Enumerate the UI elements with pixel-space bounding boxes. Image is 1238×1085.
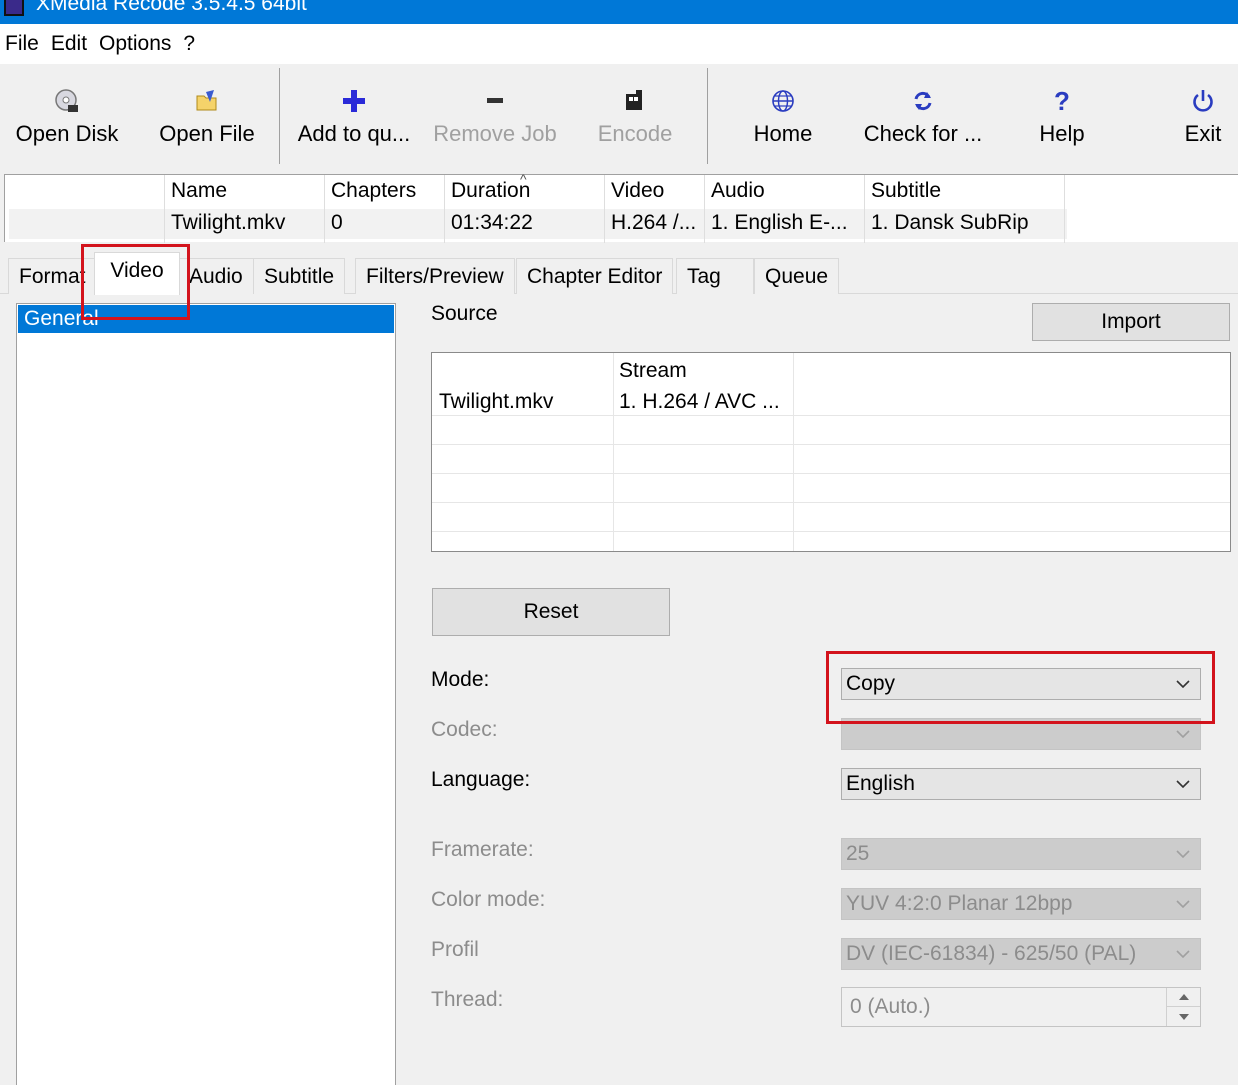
import-button[interactable]: Import <box>1032 303 1230 341</box>
refresh-icon <box>910 84 936 118</box>
check-for-updates-button[interactable]: Check for ... <box>856 64 990 172</box>
chevron-down-icon <box>1174 889 1192 919</box>
source-stream-list[interactable]: Stream Twilight.mkv 1. H.264 / AVC ... <box>431 352 1231 552</box>
remove-job-button[interactable]: Remove Job <box>428 64 562 172</box>
language-dropdown[interactable]: English <box>841 768 1201 800</box>
framerate-dropdown[interactable]: 25 <box>841 838 1201 870</box>
chevron-down-icon <box>1174 839 1192 869</box>
toolbar-separator <box>279 68 280 164</box>
row-divider <box>432 444 1230 445</box>
tab-tag[interactable]: Tag <box>676 258 754 294</box>
codec-label: Codec: <box>431 718 498 741</box>
minus-icon <box>482 84 508 118</box>
thread-value: 0 (Auto.) <box>850 995 931 1018</box>
app-film-icon <box>4 0 24 16</box>
color-mode-label: Color mode: <box>431 888 546 911</box>
thread-stepper[interactable]: 0 (Auto.) <box>841 987 1201 1027</box>
framerate-label: Framerate: <box>431 838 534 861</box>
row-divider <box>432 502 1230 503</box>
open-file-icon <box>194 84 220 118</box>
add-to-queue-button[interactable]: Add to qu... <box>290 64 418 172</box>
chevron-down-icon <box>1174 669 1192 699</box>
framerate-value: 25 <box>846 842 870 865</box>
tab-queue[interactable]: Queue <box>754 258 840 294</box>
header-name[interactable]: Name <box>171 179 227 203</box>
column-divider <box>613 353 614 551</box>
menu-bar: File Edit Options ? <box>0 24 1238 64</box>
menu-options[interactable]: Options <box>93 24 177 64</box>
stepper-up-icon[interactable] <box>1167 988 1200 1007</box>
header-duration[interactable]: Duration <box>451 179 530 203</box>
reset-button[interactable]: Reset <box>432 588 670 636</box>
settings-tree[interactable]: General <box>16 303 396 1085</box>
column-divider <box>5 175 165 243</box>
home-button[interactable]: Home <box>732 64 834 172</box>
globe-icon <box>770 84 796 118</box>
column-divider <box>793 353 794 551</box>
header-audio[interactable]: Audio <box>711 179 765 203</box>
tab-strip: Format Video Audio Subtitle Filters/Prev… <box>0 252 1238 295</box>
mode-value: Copy <box>846 672 896 695</box>
job-list[interactable]: Name Chapters Duration Video Audio Subti… <box>4 171 1238 243</box>
cell-file: Twilight.mkv <box>439 390 554 413</box>
chevron-down-icon <box>1174 769 1192 799</box>
header-chapters[interactable]: Chapters <box>331 179 416 203</box>
cell-audio: 1. English E-... <box>711 211 848 234</box>
color-mode-value: YUV 4:2:0 Planar 12bpp <box>846 892 1073 915</box>
tree-item-general[interactable]: General <box>18 305 394 333</box>
cell-video: H.264 /... <box>611 211 697 234</box>
cell-stream: 1. H.264 / AVC ... <box>619 390 780 413</box>
disk-icon <box>54 84 80 118</box>
row-divider <box>432 531 1230 532</box>
question-icon: ? <box>1054 85 1070 116</box>
color-mode-dropdown[interactable]: YUV 4:2:0 Planar 12bpp <box>841 888 1201 920</box>
tab-video[interactable]: Video <box>94 252 180 295</box>
tab-subtitle[interactable]: Subtitle <box>253 258 346 294</box>
tab-audio[interactable]: Audio <box>178 258 254 294</box>
plus-icon <box>341 84 367 118</box>
row-divider <box>432 415 1230 416</box>
sort-ascending-icon: ^ <box>520 171 527 187</box>
mode-label: Mode: <box>431 668 490 691</box>
header-video[interactable]: Video <box>611 179 664 203</box>
menu-edit[interactable]: Edit <box>45 24 93 64</box>
menu-help[interactable]: ? <box>177 24 201 64</box>
header-stream[interactable]: Stream <box>619 359 687 383</box>
toolbar: Open Disk Open File Add to qu... Remove … <box>0 64 1238 172</box>
help-button[interactable]: ? Help <box>1020 64 1104 172</box>
thread-label: Thread: <box>431 988 504 1011</box>
cell-chapters: 0 <box>331 211 343 234</box>
header-subtitle[interactable]: Subtitle <box>871 179 941 203</box>
encode-icon <box>622 84 648 118</box>
language-label: Language: <box>431 768 531 791</box>
cell-duration: 01:34:22 <box>451 211 533 234</box>
chevron-down-icon <box>1174 719 1192 749</box>
codec-dropdown[interactable] <box>841 718 1201 750</box>
cell-subtitle: 1. Dansk SubRip <box>871 211 1029 234</box>
profile-dropdown[interactable]: DV (IEC-61834) - 625/50 (PAL) <box>841 938 1201 970</box>
cell-name: Twilight.mkv <box>171 211 286 234</box>
chevron-down-icon <box>1174 939 1192 969</box>
encode-button[interactable]: Encode <box>585 64 685 172</box>
power-icon <box>1190 84 1216 118</box>
profile-value: DV (IEC-61834) - 625/50 (PAL) <box>846 942 1137 965</box>
profile-label: Profil <box>431 938 479 961</box>
toolbar-separator <box>707 68 708 164</box>
tab-format[interactable]: Format <box>8 258 97 294</box>
stepper-down-icon[interactable] <box>1167 1007 1200 1026</box>
title-bar: XMedia Recode 3.5.4.5 64bit <box>0 0 1238 24</box>
menu-file[interactable]: File <box>0 24 45 64</box>
open-file-button[interactable]: Open File <box>148 64 266 172</box>
window-title: XMedia Recode 3.5.4.5 64bit <box>36 0 307 15</box>
source-label: Source <box>431 302 498 325</box>
open-disk-button[interactable]: Open Disk <box>8 64 126 172</box>
column-chapters[interactable]: Chapters <box>325 175 445 243</box>
exit-button[interactable]: Exit <box>1172 64 1234 172</box>
mode-dropdown[interactable]: Copy <box>841 668 1201 700</box>
tab-filters-preview[interactable]: Filters/Preview <box>355 258 515 294</box>
stepper-buttons <box>1166 988 1200 1026</box>
row-divider <box>432 473 1230 474</box>
tab-chapter-editor[interactable]: Chapter Editor <box>516 258 674 294</box>
language-value: English <box>846 772 915 795</box>
